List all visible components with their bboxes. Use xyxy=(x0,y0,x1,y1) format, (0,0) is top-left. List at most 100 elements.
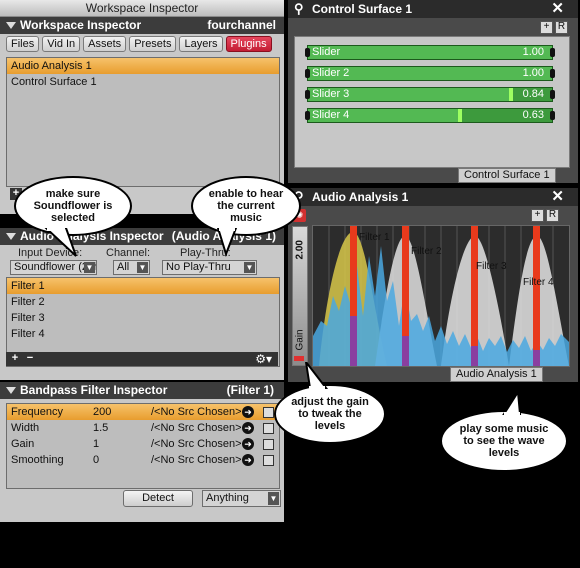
slider-cap-right xyxy=(550,69,555,78)
filter-2-level xyxy=(402,336,409,366)
callout-soundflower: make sure Soundflower is selected xyxy=(14,176,132,236)
control-surface-footer-tab[interactable]: Control Surface 1 xyxy=(458,168,556,183)
collapse-triangle-icon[interactable] xyxy=(6,233,16,240)
close-icon[interactable]: ✕ xyxy=(551,0,564,18)
list-item[interactable]: Filter 1 xyxy=(7,278,279,294)
list-item[interactable]: Filter 3 xyxy=(7,310,279,326)
window-title: Workspace Inspector xyxy=(85,1,199,15)
param-value[interactable]: 200 xyxy=(93,404,111,420)
detect-button[interactable]: Detect xyxy=(123,490,193,507)
param-source[interactable]: /<No Src Chosen> xyxy=(151,420,242,436)
collapse-triangle-icon[interactable] xyxy=(6,22,16,29)
slider-value: 0.63 xyxy=(522,109,544,121)
input-device-select[interactable]: Soundflower (2ch) ▼ xyxy=(10,260,97,275)
callout-gain: adjust the gain to tweak the levels xyxy=(274,384,386,444)
channel-label: Channel: xyxy=(106,247,151,259)
playthru-value: No Play-Thru xyxy=(166,261,231,273)
slider-label: Slider 4 xyxy=(312,109,350,121)
tab-plugins[interactable]: Plugins xyxy=(225,36,272,52)
arrow-right-icon[interactable]: ➜ xyxy=(242,438,254,450)
param-name: Width xyxy=(11,422,40,434)
filter-1-level xyxy=(350,316,357,366)
tab-layers[interactable]: Layers xyxy=(179,36,223,52)
chevron-down-icon: ▼ xyxy=(268,492,279,505)
table-row[interactable]: Width 1.5 /<No Src Chosen> ➜ xyxy=(7,420,279,436)
param-name: Gain xyxy=(11,438,35,450)
bandpass-header: Bandpass Filter Inspector (Filter 1) xyxy=(0,382,284,399)
slider-thumb[interactable] xyxy=(508,88,513,101)
arrow-right-icon[interactable]: ➜ xyxy=(242,422,254,434)
control-surface-window: ⚲ Control Surface 1 ✕ + R Slider 1.00 Sl… xyxy=(288,0,578,183)
channel-select[interactable]: All ▼ xyxy=(113,260,150,275)
add-filter-button[interactable]: + xyxy=(9,353,21,365)
slider-2[interactable]: Slider 2 1.00 xyxy=(305,66,555,81)
slider-3[interactable]: Slider 3 0.84 xyxy=(305,87,555,102)
bandpass-target: (Filter 1) xyxy=(226,383,274,397)
table-row[interactable]: Smoothing 0 /<No Src Chosen> ➜ xyxy=(7,452,279,468)
playthru-select[interactable]: No Play-Thru ▼ xyxy=(162,260,257,275)
slider-cap-left xyxy=(305,90,310,99)
callout-tail xyxy=(216,228,238,258)
parameter-grid: Frequency 200 /<No Src Chosen> ➜ Width 1… xyxy=(6,403,280,489)
add-button[interactable]: + xyxy=(540,21,553,34)
collapse-triangle-icon[interactable] xyxy=(6,387,16,394)
filter-2-label: Filter 2 xyxy=(411,246,442,257)
list-item[interactable]: Filter 4 xyxy=(7,326,279,342)
param-checkbox[interactable] xyxy=(263,423,274,434)
callout-play: play some music to see the wave levels xyxy=(440,410,568,472)
param-value[interactable]: 1.5 xyxy=(93,420,108,436)
r-button[interactable]: R xyxy=(546,209,559,222)
slider-cap-left xyxy=(305,48,310,57)
callout-text: play some music to see the wave levels xyxy=(459,423,549,459)
param-value[interactable]: 1 xyxy=(93,436,99,452)
callout-hear: enable to hear the current music xyxy=(191,176,301,236)
callout-text: enable to hear the current music xyxy=(208,188,284,224)
plugins-list: Audio Analysis 1 Control Surface 1 xyxy=(6,57,280,187)
param-checkbox[interactable] xyxy=(263,407,274,418)
gain-slider[interactable]: 2.00 Gain xyxy=(292,226,308,366)
slider-label: Slider 2 xyxy=(312,67,350,79)
audio-analysis-footer-tab[interactable]: Audio Analysis 1 xyxy=(450,367,543,382)
param-checkbox[interactable] xyxy=(263,455,274,466)
slider-label: Slider 3 xyxy=(312,88,350,100)
table-row[interactable]: Frequency 200 /<No Src Chosen> ➜ xyxy=(7,404,279,420)
slider-1[interactable]: Slider 1.00 xyxy=(305,45,555,60)
list-item[interactable]: Filter 2 xyxy=(7,294,279,310)
param-checkbox[interactable] xyxy=(263,439,274,450)
slider-thumb[interactable] xyxy=(457,109,462,122)
filter-4-level xyxy=(533,350,540,366)
spectrum-display[interactable]: Filter 1 Filter 2 Filter 3 Filter 4 xyxy=(312,225,570,367)
list-item[interactable]: Audio Analysis 1 xyxy=(7,58,279,74)
arrow-right-icon[interactable]: ➜ xyxy=(242,454,254,466)
window-titlebar[interactable]: Workspace Inspector xyxy=(0,0,284,17)
arrow-right-icon[interactable]: ➜ xyxy=(242,406,254,418)
tab-presets[interactable]: Presets xyxy=(129,36,177,52)
filter-3-label: Filter 3 xyxy=(476,261,507,272)
r-button[interactable]: R xyxy=(555,21,568,34)
search-icon[interactable]: ⚲ xyxy=(294,0,304,18)
list-item[interactable]: Control Surface 1 xyxy=(7,74,279,90)
remove-filter-button[interactable]: − xyxy=(24,353,36,365)
tab-vid-in[interactable]: Vid In xyxy=(42,36,81,52)
param-source[interactable]: /<No Src Chosen> xyxy=(151,436,242,452)
control-surface-titlebar[interactable]: ⚲ Control Surface 1 ✕ xyxy=(288,0,578,18)
param-value[interactable]: 0 xyxy=(93,452,99,468)
slider-cap-right xyxy=(550,90,555,99)
audio-analysis-title: Audio Analysis 1 xyxy=(312,190,409,204)
close-icon[interactable]: ✕ xyxy=(551,188,564,206)
audio-analysis-titlebar[interactable]: ⚲ Audio Analysis 1 ✕ xyxy=(288,188,578,206)
tab-assets[interactable]: Assets xyxy=(83,36,127,52)
add-button[interactable]: + xyxy=(531,209,544,222)
table-row[interactable]: Gain 1 /<No Src Chosen> ➜ xyxy=(7,436,279,452)
channel-value: All xyxy=(117,261,130,273)
param-source[interactable]: /<No Src Chosen> xyxy=(151,452,242,468)
gear-icon[interactable]: ⚙▾ xyxy=(255,352,272,366)
tab-files[interactable]: Files xyxy=(6,36,40,52)
bandpass-title: Bandpass Filter Inspector xyxy=(20,383,168,397)
slider-cap-right xyxy=(550,111,555,120)
anything-select[interactable]: Anything ▼ xyxy=(202,490,281,507)
chevron-down-icon: ▼ xyxy=(84,262,95,273)
slider-4[interactable]: Slider 4 0.63 xyxy=(305,108,555,123)
slider-cap-left xyxy=(305,111,310,120)
param-source[interactable]: /<No Src Chosen> xyxy=(151,404,242,420)
